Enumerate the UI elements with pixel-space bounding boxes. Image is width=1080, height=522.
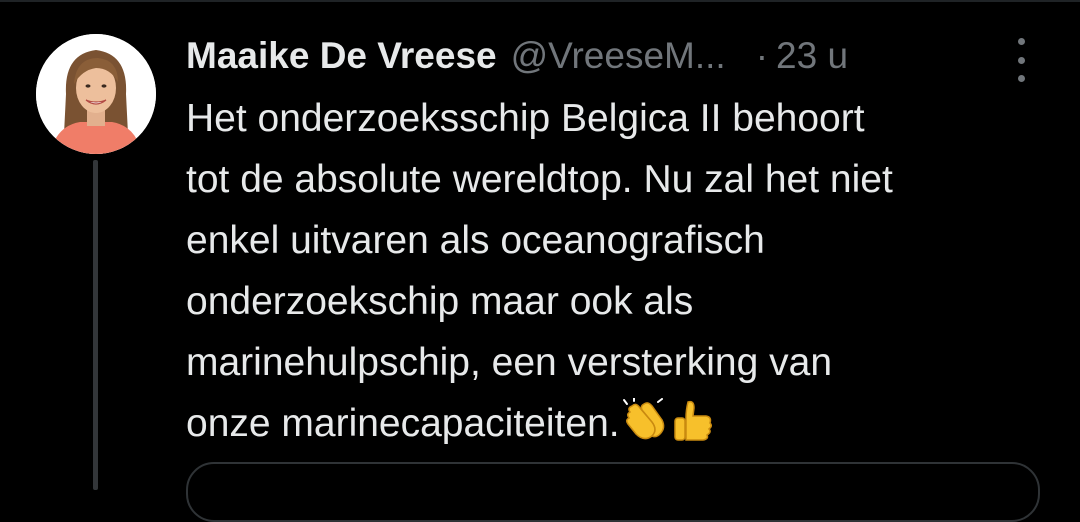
more-dot (1017, 38, 1025, 45)
timestamp[interactable]: 23 u (776, 35, 848, 77)
header-separator: · (755, 35, 769, 76)
avatar[interactable] (36, 34, 156, 154)
tweet-text-line: onze marinecapaciteiten. (186, 402, 620, 445)
tweet-text: Het onderzoeksschip Belgica II behoort t… (186, 88, 1066, 462)
top-divider (0, 0, 1080, 2)
tweet-text-line: enkel uitvaren als oceanografisch (186, 219, 765, 262)
thumbs-up-icon (670, 398, 716, 462)
tweet-text-line: Het onderzoeksschip Belgica II behoort (186, 97, 865, 140)
author-handle[interactable]: @VreeseM... (511, 35, 726, 77)
tweet-text-last-line: onze marinecapaciteiten. (186, 393, 1066, 462)
quote-card[interactable] (186, 462, 1040, 522)
tweet-text-line: onderzoekschip maar ook als (186, 280, 694, 323)
tweet-text-line: tot de absolute wereldtop. Nu zal het ni… (186, 158, 893, 201)
more-dot (1017, 75, 1025, 82)
clapping-hands-icon (622, 397, 668, 462)
tweet-text-line: marinehulpschip, een versterking van (186, 341, 833, 384)
tweet-header: Maaike De Vreese @VreeseM... · 23 u (186, 30, 848, 82)
more-vertical-icon[interactable] (1005, 38, 1037, 82)
more-dot (1017, 56, 1025, 64)
author-name[interactable]: Maaike De Vreese (186, 35, 497, 77)
thread-line (93, 160, 98, 490)
avatar-photo (36, 34, 156, 154)
